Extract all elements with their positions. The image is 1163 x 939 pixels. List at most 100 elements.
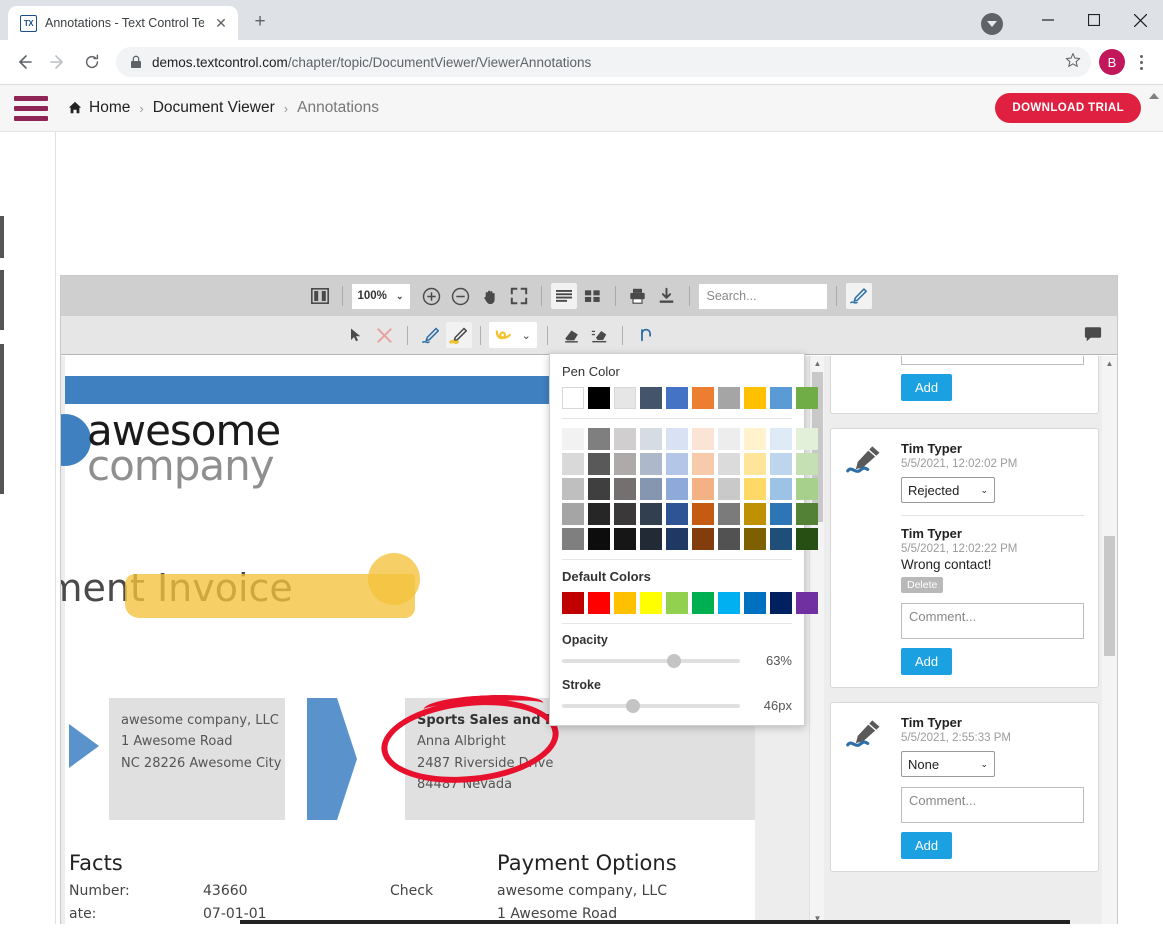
theme-color-swatch-3[interactable] [640,387,662,409]
chevron-down-icon[interactable] [981,13,1003,35]
tint-swatch-3-4[interactable] [666,503,688,525]
tint-swatch-2-5[interactable] [692,478,714,500]
scroll-up-icon[interactable]: ▲ [1102,356,1117,371]
opacity-slider[interactable] [562,659,740,663]
tint-swatch-1-3[interactable] [640,453,662,475]
close-window-button[interactable] [1117,0,1163,40]
tint-swatch-4-8[interactable] [770,528,792,550]
scroll-up-icon[interactable]: ▲ [810,356,824,371]
tint-swatch-0-4[interactable] [666,428,688,450]
tint-swatch-3-7[interactable] [744,503,766,525]
default-color-swatch-0[interactable] [562,592,584,614]
zoom-out-icon[interactable] [448,283,474,309]
default-color-swatch-5[interactable] [692,592,714,614]
tint-swatch-2-3[interactable] [640,478,662,500]
tint-swatch-1-7[interactable] [744,453,766,475]
eraser-icon[interactable] [558,322,584,348]
print-icon[interactable] [625,283,651,309]
comment-input[interactable]: Comment... [901,603,1084,639]
cursor-select-icon[interactable] [343,322,369,348]
tint-swatch-3-8[interactable] [770,503,792,525]
delete-reply-button[interactable]: Delete [901,577,943,593]
comment-bubble-icon[interactable] [1083,326,1103,349]
single-page-view-icon[interactable] [551,283,577,309]
new-tab-button[interactable]: + [246,8,274,36]
default-color-swatch-1[interactable] [588,592,610,614]
tint-swatch-3-1[interactable] [588,503,610,525]
opacity-slider-knob[interactable] [667,654,681,668]
tint-swatch-1-0[interactable] [562,453,584,475]
search-input[interactable]: Search... [699,284,827,309]
two-column-layout-icon[interactable] [307,283,333,309]
tint-swatch-0-8[interactable] [770,428,792,450]
zoom-level-select[interactable]: 100% ⌄ [352,284,410,309]
blue-pen-icon[interactable] [418,322,444,348]
tint-swatch-0-1[interactable] [588,428,610,450]
tint-swatch-0-2[interactable] [614,428,636,450]
default-color-swatch-2[interactable] [614,592,636,614]
tint-swatch-1-6[interactable] [718,453,740,475]
theme-color-swatch-8[interactable] [770,387,792,409]
tint-swatch-2-8[interactable] [770,478,792,500]
tint-swatch-4-2[interactable] [614,528,636,550]
highlight-dot-annotation[interactable] [368,553,420,605]
tint-swatch-2-9[interactable] [796,478,818,500]
tint-swatch-1-1[interactable] [588,453,610,475]
theme-color-swatch-1[interactable] [588,387,610,409]
undo-icon[interactable] [633,322,659,348]
tint-swatch-0-7[interactable] [744,428,766,450]
fullscreen-icon[interactable] [506,283,532,309]
download-icon[interactable] [654,283,680,309]
erase-all-icon[interactable] [586,322,612,348]
tint-swatch-4-6[interactable] [718,528,740,550]
tint-swatch-0-3[interactable] [640,428,662,450]
tint-swatch-3-9[interactable] [796,503,818,525]
back-icon[interactable] [8,46,40,78]
add-comment-button[interactable]: Add [901,648,952,675]
tint-swatch-4-4[interactable] [666,528,688,550]
close-icon[interactable]: ✕ [212,14,230,32]
tint-swatch-2-7[interactable] [744,478,766,500]
reload-icon[interactable] [76,46,108,78]
tint-swatch-2-2[interactable] [614,478,636,500]
add-comment-button[interactable]: Add [901,832,952,859]
opacity-slider-row[interactable]: 63% [562,653,792,668]
delete-x-icon[interactable] [371,322,397,348]
browser-menu-icon[interactable] [1127,55,1155,70]
address-bar[interactable]: demos.textcontrol.com/chapter/topic/Docu… [116,47,1091,77]
pen-color-dropdown[interactable]: ⌄ [489,322,537,348]
tint-swatch-1-8[interactable] [770,453,792,475]
forward-icon[interactable] [42,46,74,78]
tint-color-grid[interactable] [562,428,792,550]
tint-swatch-0-0[interactable] [562,428,584,450]
annotations-vertical-scrollbar[interactable]: ▲ ▼ [1102,356,1117,924]
default-color-swatch-8[interactable] [770,592,792,614]
tint-swatch-3-0[interactable] [562,503,584,525]
tint-swatch-2-4[interactable] [666,478,688,500]
zoom-in-icon[interactable] [419,283,445,309]
tint-swatch-0-5[interactable] [692,428,714,450]
add-comment-button[interactable]: Add [901,374,952,401]
hand-pan-icon[interactable] [477,283,503,309]
theme-color-swatch-9[interactable] [796,387,818,409]
grid-thumbnails-icon[interactable] [580,283,606,309]
scroll-up-arrow-icon[interactable] [1149,93,1159,99]
annotation-status-select[interactable]: None ⌄ [901,751,995,777]
default-color-swatch-3[interactable] [640,592,662,614]
tint-swatch-3-3[interactable] [640,503,662,525]
tint-swatch-4-1[interactable] [588,528,610,550]
comment-input[interactable]: Comment... [901,787,1084,823]
tint-swatch-3-6[interactable] [718,503,740,525]
default-color-swatch-4[interactable] [666,592,688,614]
tint-swatch-4-9[interactable] [796,528,818,550]
theme-color-swatch-4[interactable] [666,387,688,409]
pen-color-popup[interactable]: Pen Color Default Colors Opacity 63% Str… [549,353,805,726]
tint-swatch-2-6[interactable] [718,478,740,500]
tint-swatch-3-5[interactable] [692,503,714,525]
browser-tab[interactable]: TX Annotations - Text Control Techni ✕ [8,6,238,40]
breadcrumb-item-home[interactable]: Home [68,99,130,117]
bookmark-star-icon[interactable] [1065,52,1081,73]
tint-swatch-2-0[interactable] [562,478,584,500]
stroke-slider[interactable] [562,704,740,708]
stroke-slider-row[interactable]: 46px [562,698,792,713]
